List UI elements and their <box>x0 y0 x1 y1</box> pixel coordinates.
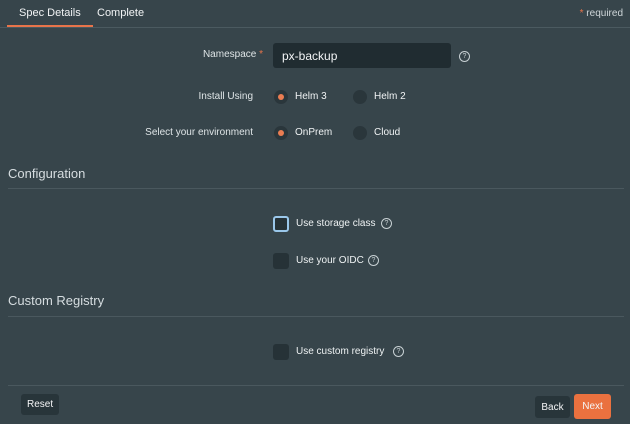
onprem-radio[interactable] <box>274 126 288 140</box>
oidc-checkbox[interactable] <box>273 253 289 269</box>
custom-registry-help-icon[interactable]: ? <box>393 346 404 357</box>
footer-divider <box>8 385 624 386</box>
helm2-radio[interactable] <box>353 90 367 104</box>
custom-registry-title: Custom Registry <box>8 293 105 308</box>
required-text: required <box>583 8 623 19</box>
back-button[interactable]: Back <box>535 396 570 418</box>
install-using-label: Install Using <box>198 91 253 102</box>
namespace-required-star: * <box>259 49 263 60</box>
tab-spec-details[interactable]: Spec Details <box>7 7 93 27</box>
namespace-label-text: Namespace <box>202 49 257 60</box>
helm2-label: Helm 2 <box>374 91 406 102</box>
configuration-title: Configuration <box>8 166 86 181</box>
helm3-radio[interactable] <box>274 90 288 104</box>
next-button[interactable]: Next <box>574 394 611 419</box>
reset-button[interactable]: Reset <box>21 394 59 415</box>
tab-bar: Spec Details Complete * required <box>0 0 630 28</box>
namespace-input[interactable] <box>273 43 451 68</box>
custom-registry-label: Use custom registry <box>296 346 385 357</box>
environment-label: Select your environment <box>145 127 253 138</box>
required-note: * required <box>580 8 623 19</box>
custom-registry-divider <box>8 316 624 317</box>
oidc-label: Use your OIDC <box>296 255 364 266</box>
oidc-help-icon[interactable]: ? <box>368 255 379 266</box>
helm3-label: Helm 3 <box>295 91 327 102</box>
namespace-help-icon[interactable]: ? <box>459 51 470 62</box>
namespace-label: Namespace * <box>203 49 263 60</box>
custom-registry-checkbox[interactable] <box>273 344 289 360</box>
storage-class-label: Use storage class <box>296 218 376 229</box>
cloud-label: Cloud <box>374 127 401 138</box>
cloud-radio[interactable] <box>353 126 367 140</box>
configuration-divider <box>8 188 624 189</box>
storage-class-checkbox[interactable] <box>273 216 289 232</box>
onprem-label: OnPrem <box>295 127 333 138</box>
storage-class-help-icon[interactable]: ? <box>381 218 392 229</box>
tab-complete[interactable]: Complete <box>97 7 144 19</box>
